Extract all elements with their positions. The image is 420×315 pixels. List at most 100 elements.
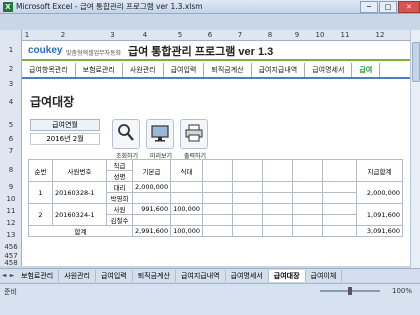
cell-empty[interactable] xyxy=(231,225,263,237)
menu-item-severance[interactable]: 퇴직금계산 xyxy=(204,63,252,77)
maximize-button[interactable]: □ xyxy=(379,0,397,13)
cell-empty[interactable] xyxy=(201,214,233,226)
cell-total[interactable]: 1,091,600 xyxy=(355,203,403,226)
minimize-button[interactable]: ─ xyxy=(360,0,378,13)
yearmonth-field[interactable]: 2016년 2월 xyxy=(30,133,100,145)
sheet-tab-employees[interactable]: 사원관리 xyxy=(59,269,96,282)
zoom-level[interactable]: 100% xyxy=(392,287,412,295)
col-header-7[interactable]: 7 xyxy=(225,30,255,41)
menu-item-employees[interactable]: 사원관리 xyxy=(123,63,164,77)
total-row[interactable]: 합계 2,991,600 100,000 3,091,600 xyxy=(28,225,403,237)
row-header-458[interactable]: 458 xyxy=(0,260,22,267)
cell-base-pay[interactable]: 991,600 xyxy=(131,203,172,215)
menu-item-salary-items[interactable]: 급여항목관리 xyxy=(22,63,76,77)
cell-empty[interactable] xyxy=(131,192,172,204)
cell-empty[interactable] xyxy=(201,203,233,215)
cell-empty[interactable] xyxy=(170,214,203,226)
cell-base-pay[interactable]: 2,000,000 xyxy=(131,181,172,193)
select-all-corner[interactable] xyxy=(0,30,22,41)
row-header-13[interactable]: 13 xyxy=(0,229,22,241)
cell-total[interactable]: 2,000,000 xyxy=(355,181,403,204)
cell-empty[interactable] xyxy=(201,225,233,237)
zoom-slider-knob[interactable] xyxy=(348,287,352,295)
cell-name[interactable]: 김철수 xyxy=(106,214,133,226)
sheet-tab-transfer[interactable]: 급여이체 xyxy=(306,269,343,282)
total-meal[interactable]: 100,000 xyxy=(170,225,203,237)
cell-meal[interactable]: 100,000 xyxy=(170,203,203,215)
scrollbar-thumb[interactable] xyxy=(412,42,420,82)
row-header-8[interactable]: 8 xyxy=(0,159,22,181)
table-row[interactable]: 2 20160324-1 사원 991,600 100,000 1,091,60… xyxy=(28,203,403,226)
cell-no[interactable]: 1 xyxy=(28,181,53,204)
cell-empty[interactable] xyxy=(261,214,293,226)
cell-empty[interactable] xyxy=(201,192,233,204)
table-row[interactable]: 1 20160328-1 대리 2,000,000 2,000,000 xyxy=(28,181,403,204)
cell-position[interactable]: 대리 xyxy=(106,181,133,193)
col-header-5[interactable]: 5 xyxy=(165,30,195,41)
cell-position[interactable]: 사원 xyxy=(106,203,133,215)
col-header-1[interactable]: 1 xyxy=(22,30,32,41)
row-header-5[interactable]: 5 xyxy=(0,119,22,131)
cell-empty[interactable] xyxy=(321,214,357,226)
menu-item-payment-history[interactable]: 급여지급내역 xyxy=(252,63,306,77)
sheet-tab-payslip[interactable]: 급여명세서 xyxy=(226,269,269,282)
col-header-8[interactable]: 8 xyxy=(255,30,285,41)
worksheet[interactable]: coukey 맞춤형엑셀업무자동화 급여 통합관리 프로그램 ver 1.3 급… xyxy=(22,41,410,266)
cell-empty[interactable] xyxy=(261,203,293,215)
col-header-11[interactable]: 11 xyxy=(330,30,360,41)
total-base-pay[interactable]: 2,991,600 xyxy=(131,225,172,237)
menu-item-salary-input[interactable]: 급여입력 xyxy=(164,63,205,77)
row-header-3[interactable]: 3 xyxy=(0,79,22,89)
cell-empty[interactable] xyxy=(321,192,357,204)
cell-empty[interactable] xyxy=(261,192,293,204)
cell-empty[interactable] xyxy=(231,214,263,226)
sheet-tab-salary-input[interactable]: 급여입력 xyxy=(96,269,133,282)
cell-no[interactable]: 2 xyxy=(28,203,53,226)
row-header-1[interactable]: 1 xyxy=(0,41,22,59)
cell-empty[interactable] xyxy=(291,214,323,226)
sheet-tab-payment-history[interactable]: 급여지급내역 xyxy=(176,269,226,282)
row-header-10[interactable]: 10 xyxy=(0,193,22,205)
row-header-4[interactable]: 4 xyxy=(0,91,22,113)
row-header-12[interactable]: 12 xyxy=(0,217,22,229)
cell-empty[interactable] xyxy=(291,225,323,237)
preview-button[interactable]: 미리보기 xyxy=(146,119,174,160)
cell-empty[interactable] xyxy=(261,225,293,237)
cell-empty[interactable] xyxy=(291,192,323,204)
col-header-6[interactable]: 6 xyxy=(195,30,225,41)
cell-empty[interactable] xyxy=(321,225,357,237)
cell-empty[interactable] xyxy=(231,181,263,193)
cell-empty[interactable] xyxy=(231,192,263,204)
cell-meal[interactable] xyxy=(170,181,203,193)
row-header-2[interactable]: 2 xyxy=(0,59,22,79)
cell-empty[interactable] xyxy=(201,181,233,193)
search-button[interactable]: 조회하기 xyxy=(112,119,140,160)
row-header-9[interactable]: 9 xyxy=(0,181,22,193)
cell-empty[interactable] xyxy=(321,203,357,215)
menu-item-payslip[interactable]: 급여명세서 xyxy=(305,63,353,77)
print-button[interactable]: 출력하기 xyxy=(180,119,208,160)
tab-nav-first-icon[interactable]: ◄ xyxy=(0,272,8,279)
cell-empty[interactable] xyxy=(170,192,203,204)
cell-empty[interactable] xyxy=(231,203,263,215)
tab-nav-last-icon[interactable]: ► xyxy=(8,272,16,279)
cell-empty[interactable] xyxy=(321,181,357,193)
cell-name[interactable]: 박영희 xyxy=(106,192,133,204)
col-header-3[interactable]: 3 xyxy=(100,30,125,41)
menu-item-insurance[interactable]: 보험료관리 xyxy=(76,63,123,77)
sheet-tab-insurance[interactable]: 보험료관리 xyxy=(16,269,60,282)
vertical-scrollbar[interactable] xyxy=(410,30,420,268)
col-header-4[interactable]: 4 xyxy=(130,30,160,41)
sheet-tab-severance[interactable]: 퇴직금계산 xyxy=(133,269,176,282)
sheet-tab-payroll[interactable]: 급여대장 xyxy=(268,269,306,282)
cell-empty[interactable] xyxy=(131,214,172,226)
row-header-11[interactable]: 11 xyxy=(0,205,22,217)
cell-emp-id[interactable]: 20160324-1 xyxy=(52,203,107,226)
cell-empty[interactable] xyxy=(261,181,293,193)
cell-empty[interactable] xyxy=(291,181,323,193)
cell-emp-id[interactable]: 20160328-1 xyxy=(52,181,107,204)
cell-empty[interactable] xyxy=(291,203,323,215)
menu-item-payroll[interactable]: 급여 xyxy=(352,63,381,77)
total-amount[interactable]: 3,091,600 xyxy=(355,225,403,237)
close-button[interactable]: ✕ xyxy=(398,0,420,13)
